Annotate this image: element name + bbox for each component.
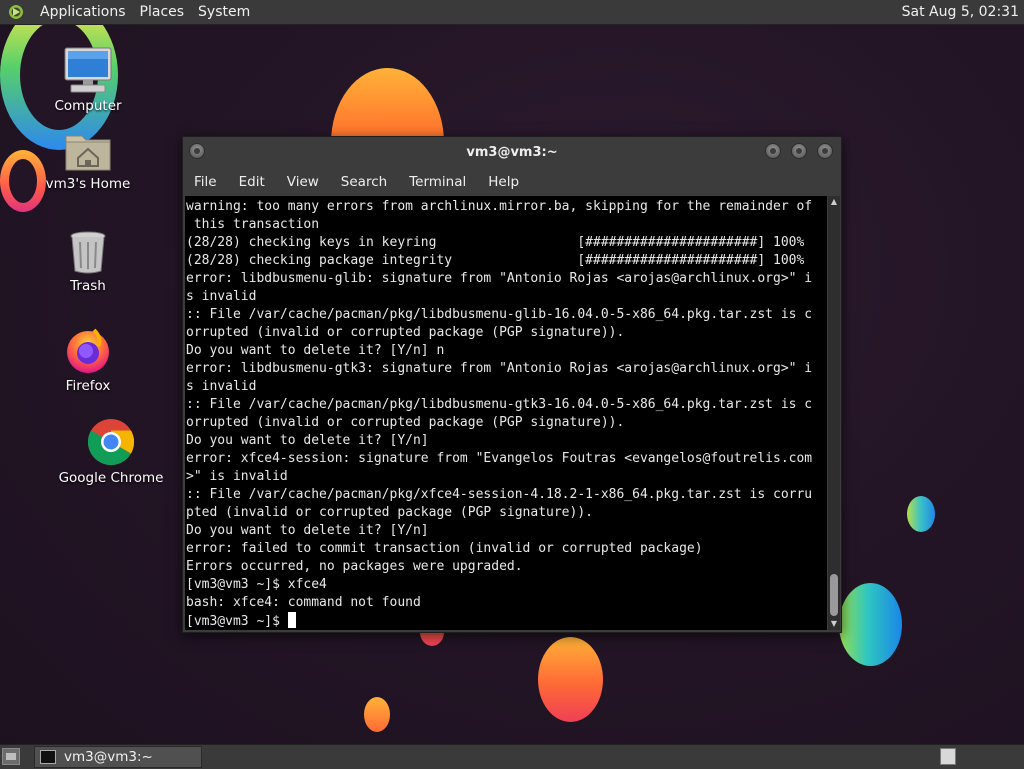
- terminal-line: Do you want to delete it? [Y/n] n: [186, 343, 445, 358]
- menu-system[interactable]: System: [191, 4, 257, 20]
- menu-view[interactable]: View: [276, 174, 330, 190]
- scroll-up-arrow-icon[interactable]: ▲: [829, 198, 839, 206]
- terminal-line: (28/28) checking keys in keyring [######…: [186, 235, 805, 250]
- desktop-icon-label: Firefox: [65, 378, 111, 394]
- window-title-bar[interactable]: vm3@vm3:~: [183, 137, 841, 167]
- terminal-line: bash: xfce4: command not found: [186, 595, 421, 610]
- close-button[interactable]: [817, 143, 833, 159]
- terminal-line: Errors occurred, no packages were upgrad…: [186, 559, 523, 574]
- terminal-text: warning: too many errors from archlinux.…: [185, 196, 827, 630]
- decorative-orange-blob-bottom: [538, 637, 603, 722]
- menu-places[interactable]: Places: [133, 4, 192, 20]
- terminal-line: :: File /var/cache/pacman/pkg/xfce4-sess…: [186, 487, 813, 502]
- menu-edit[interactable]: Edit: [228, 174, 276, 190]
- terminal-line: orrupted (invalid or corrupted package (…: [186, 325, 625, 340]
- desktop-icon-firefox[interactable]: Firefox: [43, 326, 133, 394]
- menu-terminal[interactable]: Terminal: [398, 174, 477, 190]
- terminal-line: error: xfce4-session: signature from "Ev…: [186, 451, 813, 466]
- terminal-scrollbar[interactable]: ▲ ▼: [828, 196, 840, 630]
- terminal-output-area[interactable]: warning: too many errors from archlinux.…: [185, 196, 827, 630]
- menu-help[interactable]: Help: [477, 174, 530, 190]
- taskbar-label: vm3@vm3:~: [64, 749, 153, 765]
- desktop-icon-chrome[interactable]: Google Chrome: [56, 418, 166, 486]
- desktop-icon-label: Trash: [70, 278, 106, 294]
- clock[interactable]: Sat Aug 5, 02:31: [902, 4, 1019, 20]
- terminal-line: :: File /var/cache/pacman/pkg/libdbusmen…: [186, 397, 813, 412]
- terminal-line: orrupted (invalid or corrupted package (…: [186, 415, 625, 430]
- home-folder-icon: [65, 135, 111, 171]
- show-desktop-button[interactable]: [2, 748, 20, 765]
- desktop-icon-computer[interactable]: Computer: [43, 46, 133, 114]
- terminal-line: this transaction: [186, 217, 320, 232]
- terminal-line: error: libdbusmenu-gtk3: signature from …: [186, 361, 813, 376]
- desktop-icon-label: vm3's Home: [45, 176, 131, 192]
- terminal-menu-bar: File Edit View Search Terminal Help: [183, 170, 841, 194]
- top-panel: Applications Places System Sat Aug 5, 02…: [0, 0, 1024, 25]
- menu-applications[interactable]: Applications: [33, 4, 133, 20]
- terminal-line: error: failed to commit transaction (inv…: [186, 541, 703, 556]
- terminal-line: [vm3@vm3 ~]$ xfce4: [186, 577, 327, 592]
- desktop-icon-label: Google Chrome: [58, 470, 164, 486]
- terminal-line: :: File /var/cache/pacman/pkg/libdbusmen…: [186, 307, 813, 322]
- minimize-button[interactable]: [765, 143, 781, 159]
- window-title: vm3@vm3:~: [466, 144, 558, 160]
- terminal-line: s invalid: [186, 379, 257, 394]
- decorative-blue-blob-large: [839, 583, 902, 666]
- terminal-prompt: [vm3@vm3 ~]$: [186, 614, 288, 629]
- decorative-blue-blob-small: [907, 496, 935, 532]
- computer-icon: [64, 47, 112, 93]
- scroll-down-arrow-icon[interactable]: ▼: [829, 620, 839, 628]
- desktop-icon-home[interactable]: vm3's Home: [43, 128, 133, 192]
- chrome-icon: [87, 419, 135, 466]
- terminal-window[interactable]: vm3@vm3:~ File Edit View Search Terminal…: [182, 136, 842, 633]
- terminal-line: pted (invalid or corrupted package (PGP …: [186, 505, 593, 520]
- maximize-button[interactable]: [791, 143, 807, 159]
- desktop-icon-trash[interactable]: Trash: [43, 230, 133, 294]
- desktop-icon-label: Computer: [54, 98, 122, 114]
- scrollbar-thumb[interactable]: [830, 574, 838, 616]
- terminal-line: error: libdbusmenu-glib: signature from …: [186, 271, 813, 286]
- distro-logo-icon[interactable]: [6, 2, 26, 22]
- terminal-line: Do you want to delete it? [Y/n]: [186, 523, 429, 538]
- terminal-line: s invalid: [186, 289, 257, 304]
- terminal-line: >" is invalid: [186, 469, 288, 484]
- firefox-icon: [67, 328, 109, 373]
- workspace-switcher[interactable]: [940, 748, 956, 765]
- taskbar-terminal-button[interactable]: vm3@vm3:~: [34, 746, 202, 768]
- menu-file[interactable]: File: [183, 174, 228, 190]
- terminal-icon: [40, 750, 56, 764]
- trash-icon: [70, 231, 106, 274]
- decorative-small-ring: [0, 150, 46, 212]
- terminal-line: Do you want to delete it? [Y/n]: [186, 433, 429, 448]
- window-menu-button[interactable]: [189, 143, 205, 159]
- bottom-panel: vm3@vm3:~: [0, 744, 1024, 769]
- menu-search[interactable]: Search: [330, 174, 398, 190]
- terminal-line: (28/28) checking package integrity [####…: [186, 253, 805, 268]
- tray-area: [985, 748, 1021, 765]
- terminal-cursor: [287, 612, 296, 628]
- decorative-orange-blob-small: [364, 697, 390, 732]
- terminal-line: warning: too many errors from archlinux.…: [186, 199, 813, 214]
